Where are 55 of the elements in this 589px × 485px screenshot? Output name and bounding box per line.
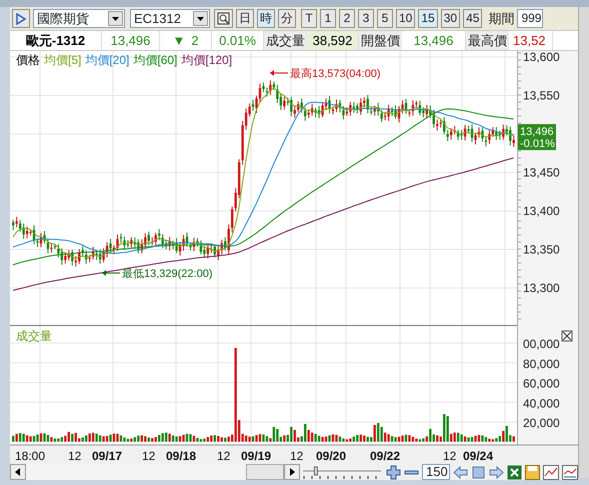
chart-legend: 價格 均價[5] 均價[20] 均價[60] 均價[120] xyxy=(16,53,232,67)
quote-value: 13,52 xyxy=(509,31,553,50)
period-button[interactable]: 1 xyxy=(320,9,336,28)
period-field[interactable]: 999 xyxy=(517,9,544,28)
time-axis-label: 09/19 xyxy=(241,449,272,463)
period-button[interactable]: 2 xyxy=(339,9,355,28)
time-axis-label: 09/17 xyxy=(92,449,122,463)
period-button[interactable]: 30 xyxy=(440,9,460,28)
volume-axis-label: 60,000 xyxy=(523,376,560,390)
volume-title: 成交量 xyxy=(16,329,52,343)
time-axis-label: 09/24 xyxy=(463,449,494,463)
volume-axis-label: 40,000 xyxy=(523,396,560,410)
time-axis-label: 18:00 xyxy=(15,449,46,463)
period-button[interactable]: 5 xyxy=(377,9,393,28)
price-axis-label: 13,450 xyxy=(523,166,560,180)
volume-axis-label: 20,000 xyxy=(523,416,560,430)
quote-label: 開盤價 xyxy=(359,31,402,50)
period-button[interactable]: 15 xyxy=(418,9,438,28)
volume-axis-label: 00,000 xyxy=(523,337,560,351)
last-price-label: 13,496 xyxy=(520,126,554,138)
period-button[interactable]: 分 xyxy=(278,9,296,28)
time-axis-label: 09/22 xyxy=(370,449,400,463)
bar-count-field[interactable]: 150 xyxy=(422,464,450,480)
price-axis-label: 13,300 xyxy=(523,281,560,295)
period-button[interactable]: T xyxy=(301,9,317,28)
period-label: 期間 xyxy=(488,10,514,28)
time-axis-label: 09/20 xyxy=(316,449,346,463)
price-axis-label: 13,550 xyxy=(523,88,560,102)
period-button[interactable]: 3 xyxy=(358,9,374,28)
time-axis-label: 12 xyxy=(68,449,82,463)
symbol-dropdown[interactable]: EC1312 xyxy=(130,9,210,28)
time-axis-label: 12 xyxy=(290,449,304,463)
low-price-annotation: 最低13,329(22:00) xyxy=(122,268,212,280)
price-change: 2 xyxy=(191,32,199,50)
period-button[interactable]: 10 xyxy=(396,9,416,28)
time-axis-label: 09/18 xyxy=(166,449,196,463)
down-arrow-icon: ▼ xyxy=(172,30,186,50)
volume-axis-label: 80,000 xyxy=(523,356,560,371)
exchange-dropdown[interactable]: 國際期貨 xyxy=(33,9,125,28)
symbol-name: 歐元-1312 xyxy=(10,31,102,50)
price-axis-label: 13,600 xyxy=(523,51,560,64)
price-axis-label: 13,350 xyxy=(523,242,560,256)
period-button[interactable]: 時 xyxy=(257,9,275,28)
high-price-annotation: 最高13,573(04:00) xyxy=(290,68,380,80)
quote-label: 最高價 xyxy=(466,31,509,50)
last-change-label: -0.01% xyxy=(520,138,555,150)
quote-value: 38,592 xyxy=(307,31,359,50)
last-price: 13,496 xyxy=(102,31,160,50)
quote-label: 成交量 xyxy=(264,31,307,50)
period-button[interactable]: 日 xyxy=(236,9,254,28)
period-button[interactable]: 45 xyxy=(463,9,482,28)
time-axis-label: 12 xyxy=(217,449,230,463)
time-axis-label: 12 xyxy=(443,449,456,463)
price-axis-label: 13,400 xyxy=(523,204,560,218)
time-axis-label: 12 xyxy=(142,449,156,463)
